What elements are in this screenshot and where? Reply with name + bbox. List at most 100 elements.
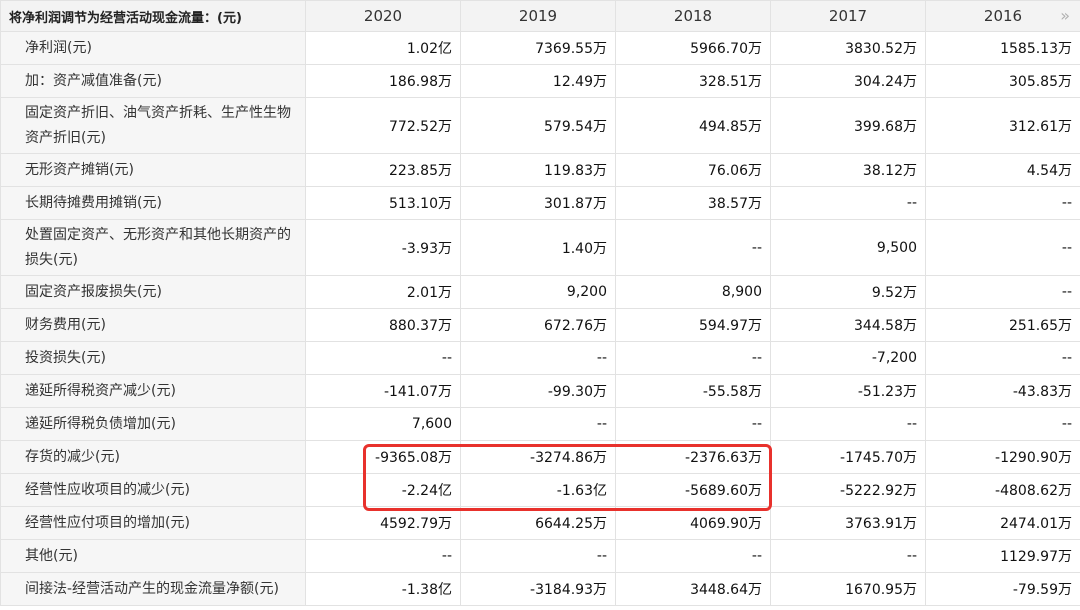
- row-value-2018: -5689.60万: [615, 473, 771, 507]
- year-header-2018: 2018: [615, 0, 771, 32]
- row-value-2019: --: [460, 407, 616, 441]
- row-value-2018: 3448.64万: [615, 572, 771, 606]
- row-label: 间接法-经营活动产生的现金流量净额(元): [0, 572, 306, 606]
- table-title: 将净利润调节为经营活动现金流量：(元): [0, 0, 306, 32]
- row-value-2019: -1.63亿: [460, 473, 616, 507]
- row-value-2018: -2376.63万: [615, 440, 771, 474]
- row-label: 固定资产报废损失(元): [0, 275, 306, 309]
- row-label: 经营性应付项目的增加(元): [0, 506, 306, 540]
- row-value-2019: -99.30万: [460, 374, 616, 408]
- table-row: 长期待摊费用摊销(元) 513.10万 301.87万 38.57万 -- --: [0, 186, 1080, 220]
- row-value-2019: 9,200: [460, 275, 616, 309]
- row-value-2020: --: [305, 539, 461, 573]
- row-value-2017: -51.23万: [770, 374, 926, 408]
- row-value-2020: 7,600: [305, 407, 461, 441]
- row-value-2018: 5966.70万: [615, 31, 771, 65]
- table-row: 递延所得税负债增加(元) 7,600 -- -- -- --: [0, 407, 1080, 441]
- row-value-2020: 4592.79万: [305, 506, 461, 540]
- row-value-2019: 6644.25万: [460, 506, 616, 540]
- row-value-2019: 119.83万: [460, 153, 616, 187]
- row-value-2020: -1.38亿: [305, 572, 461, 606]
- row-value-2019: 579.54万: [460, 97, 616, 154]
- row-value-2018: --: [615, 407, 771, 441]
- row-value-2018: 38.57万: [615, 186, 771, 220]
- row-value-2020: -141.07万: [305, 374, 461, 408]
- row-label: 递延所得税资产减少(元): [0, 374, 306, 408]
- row-value-2016: 251.65万: [925, 308, 1080, 342]
- row-label: 无形资产摊销(元): [0, 153, 306, 187]
- row-value-2016: 312.61万: [925, 97, 1080, 154]
- header-row: 将净利润调节为经营活动现金流量：(元) 2020 2019 2018 2017 …: [0, 0, 1080, 32]
- year-header-2019: 2019: [460, 0, 616, 32]
- row-label: 投资损失(元): [0, 341, 306, 375]
- row-value-2019: 1.40万: [460, 219, 616, 276]
- row-value-2020: 2.01万: [305, 275, 461, 309]
- double-chevron-right-icon[interactable]: »: [1060, 6, 1070, 25]
- row-value-2016: -43.83万: [925, 374, 1080, 408]
- row-value-2018: --: [615, 219, 771, 276]
- row-value-2017: -1745.70万: [770, 440, 926, 474]
- row-label: 处置固定资产、无形资产和其他长期资产的损失(元): [0, 219, 306, 276]
- row-value-2020: 186.98万: [305, 64, 461, 98]
- row-label: 财务费用(元): [0, 308, 306, 342]
- row-value-2019: 672.76万: [460, 308, 616, 342]
- row-value-2020: -9365.08万: [305, 440, 461, 474]
- table-row: 无形资产摊销(元) 223.85万 119.83万 76.06万 38.12万 4.54万: [0, 153, 1080, 187]
- row-value-2019: -3274.86万: [460, 440, 616, 474]
- row-value-2017: 304.24万: [770, 64, 926, 98]
- row-value-2017: 38.12万: [770, 153, 926, 187]
- row-value-2016: -79.59万: [925, 572, 1080, 606]
- row-value-2017: --: [770, 186, 926, 220]
- table-row: 投资损失(元) -- -- -- -7,200 --: [0, 341, 1080, 375]
- row-value-2018: --: [615, 539, 771, 573]
- row-label: 长期待摊费用摊销(元): [0, 186, 306, 220]
- row-value-2017: --: [770, 407, 926, 441]
- row-value-2017: -5222.92万: [770, 473, 926, 507]
- row-label: 净利润(元): [0, 31, 306, 65]
- row-value-2020: 880.37万: [305, 308, 461, 342]
- table-row: 经营性应收项目的减少(元) -2.24亿 -1.63亿 -5689.60万 -5222.…: [0, 473, 1080, 507]
- row-value-2016: --: [925, 407, 1080, 441]
- row-value-2019: 301.87万: [460, 186, 616, 220]
- table-row: 经营性应付项目的增加(元) 4592.79万 6644.25万 4069.90万 376…: [0, 506, 1080, 540]
- row-value-2017: --: [770, 539, 926, 573]
- row-label: 递延所得税负债增加(元): [0, 407, 306, 441]
- row-value-2019: --: [460, 539, 616, 573]
- row-value-2016: --: [925, 341, 1080, 375]
- row-value-2019: -3184.93万: [460, 572, 616, 606]
- table-row: 净利润(元) 1.02亿 7369.55万 5966.70万 3830.52万 1585.…: [0, 31, 1080, 65]
- row-value-2019: 7369.55万: [460, 31, 616, 65]
- cash-flow-adjustment-table: 将净利润调节为经营活动现金流量：(元) 2020 2019 2018 2017 …: [0, 0, 1080, 606]
- row-value-2018: 8,900: [615, 275, 771, 309]
- row-value-2020: --: [305, 341, 461, 375]
- year-header-2016: 2016 »: [925, 0, 1080, 32]
- row-value-2020: -3.93万: [305, 219, 461, 276]
- row-value-2018: 76.06万: [615, 153, 771, 187]
- row-value-2016: -4808.62万: [925, 473, 1080, 507]
- row-value-2016: 305.85万: [925, 64, 1080, 98]
- row-value-2017: 1670.95万: [770, 572, 926, 606]
- row-value-2017: 9.52万: [770, 275, 926, 309]
- table-row: 递延所得税资产减少(元) -141.07万 -99.30万 -55.58万 -51.23…: [0, 374, 1080, 408]
- table-row: 处置固定资产、无形资产和其他长期资产的损失(元) -3.93万 1.40万 -- 9,5…: [0, 219, 1080, 276]
- row-value-2016: 2474.01万: [925, 506, 1080, 540]
- row-value-2018: 4069.90万: [615, 506, 771, 540]
- row-value-2016: --: [925, 275, 1080, 309]
- year-header-2020: 2020: [305, 0, 461, 32]
- row-value-2020: 513.10万: [305, 186, 461, 220]
- table-row: 固定资产报废损失(元) 2.01万 9,200 8,900 9.52万 --: [0, 275, 1080, 309]
- row-value-2018: 494.85万: [615, 97, 771, 154]
- table-row: 固定资产折旧、油气资产折耗、生产性生物资产折旧(元) 772.52万 579.54万…: [0, 97, 1080, 154]
- row-value-2018: --: [615, 341, 771, 375]
- row-label: 固定资产折旧、油气资产折耗、生产性生物资产折旧(元): [0, 97, 306, 154]
- row-value-2017: 344.58万: [770, 308, 926, 342]
- table-row: 存货的减少(元) -9365.08万 -3274.86万 -2376.63万 -1745…: [0, 440, 1080, 474]
- row-value-2019: --: [460, 341, 616, 375]
- table-row: 其他(元) -- -- -- -- 1129.97万: [0, 539, 1080, 573]
- row-label: 经营性应收项目的减少(元): [0, 473, 306, 507]
- row-value-2017: 9,500: [770, 219, 926, 276]
- row-value-2020: -2.24亿: [305, 473, 461, 507]
- table-row: 间接法-经营活动产生的现金流量净额(元) -1.38亿 -3184.93万 3448.…: [0, 572, 1080, 606]
- table-row: 财务费用(元) 880.37万 672.76万 594.97万 344.58万 251.6…: [0, 308, 1080, 342]
- table-row: 加：资产减值准备(元) 186.98万 12.49万 328.51万 304.24万 30…: [0, 64, 1080, 98]
